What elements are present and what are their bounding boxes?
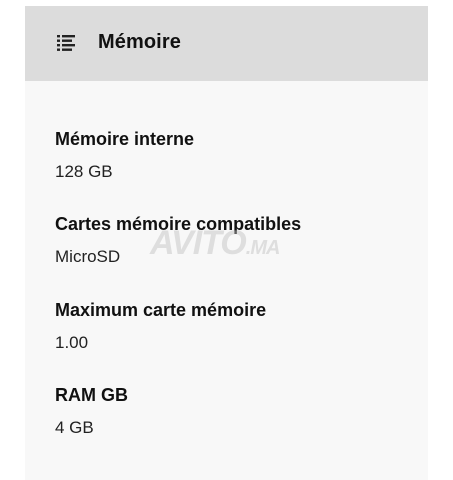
spec-label: Cartes mémoire compatibles: [55, 214, 302, 234]
spec-item-memory-cards: Cartes mémoire compatibles MicroSD: [55, 213, 301, 268]
spec-label: Maximum carte mémoire: [55, 300, 267, 320]
spec-item-internal-memory: Mémoire interne 128 GB: [55, 128, 194, 183]
list-icon: [57, 35, 75, 51]
page: Mémoire Mémoire interne 128 GB Cartes mé…: [0, 0, 453, 480]
section-header: Mémoire: [25, 6, 428, 81]
spec-value: 128 GB: [55, 162, 113, 181]
spec-label: Mémoire interne: [55, 129, 195, 149]
section-title: Mémoire: [98, 31, 181, 53]
spec-item-max-memory-card: Maximum carte mémoire 1.00: [55, 299, 266, 354]
memory-spec-card: Mémoire Mémoire interne 128 GB Cartes mé…: [25, 6, 428, 480]
spec-value: MicroSD: [55, 247, 121, 266]
spec-item-ram: RAM GB 4 GB: [55, 384, 128, 439]
spec-value: 1.00: [55, 333, 89, 352]
spec-value: 4 GB: [55, 418, 94, 437]
spec-label: RAM GB: [55, 385, 128, 405]
